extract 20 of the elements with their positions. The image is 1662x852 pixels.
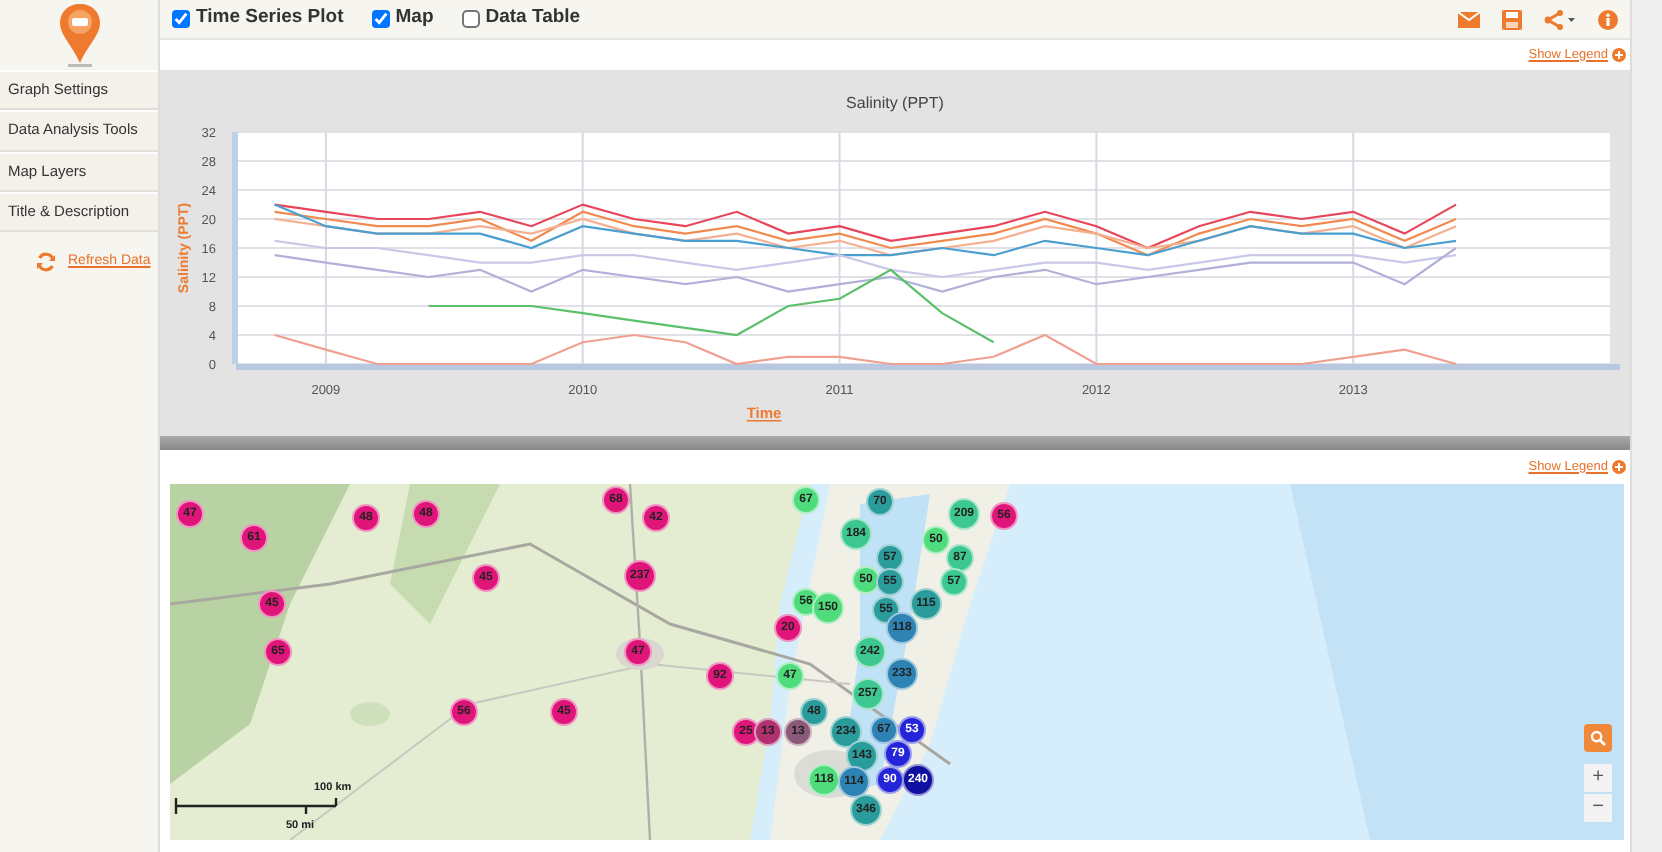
view-label: Data Table xyxy=(485,4,581,33)
email-icon[interactable] xyxy=(1458,11,1480,27)
search-button[interactable] xyxy=(1584,724,1612,752)
view-checkbox[interactable] xyxy=(461,10,480,28)
plus-circle-icon[interactable] xyxy=(1612,48,1626,62)
chart-title: Salinity (PPT) xyxy=(844,92,946,110)
search-icon xyxy=(1590,730,1606,746)
zoom-out-button[interactable]: − xyxy=(1584,794,1612,822)
share-icon[interactable] xyxy=(1544,9,1576,29)
logo-pin-icon xyxy=(57,2,101,68)
refresh-icon[interactable] xyxy=(36,252,56,273)
view-checkbox[interactable] xyxy=(371,10,390,28)
panel-splitter[interactable] xyxy=(160,436,1630,450)
zoom-in-button[interactable]: + xyxy=(1584,764,1612,792)
view-checkbox[interactable] xyxy=(172,10,190,28)
save-icon[interactable] xyxy=(1502,9,1522,29)
view-label: Map xyxy=(395,4,434,33)
view-label: Time Series Plot xyxy=(196,4,344,33)
plus-circle-icon[interactable] xyxy=(1612,460,1626,474)
info-icon[interactable] xyxy=(1598,9,1618,29)
